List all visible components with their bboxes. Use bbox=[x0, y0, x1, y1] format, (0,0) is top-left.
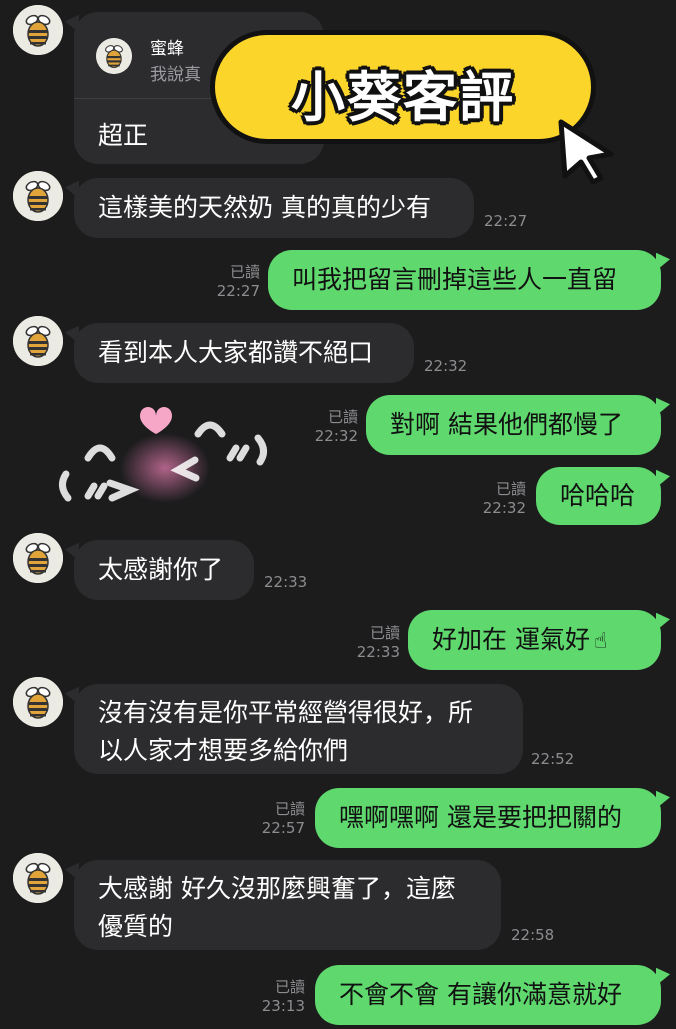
message-text-line-2: 優質的 bbox=[98, 912, 174, 941]
title-banner: 小葵客評 bbox=[210, 30, 596, 144]
message-time: 22:32 bbox=[482, 499, 526, 517]
outgoing-message[interactable]: 不會不會 有讓你滿意就好 bbox=[315, 965, 661, 1025]
message-text: 好加在 運氣好 bbox=[432, 625, 590, 654]
message-text: 叫我把留言刪掉這些人一直留 bbox=[292, 265, 618, 294]
message-time: 22:33 bbox=[264, 573, 308, 591]
quoted-avatar bbox=[96, 38, 132, 74]
outgoing-message[interactable]: 好加在 運氣好 ☝ bbox=[408, 610, 661, 670]
blushing-face-sticker[interactable] bbox=[50, 398, 280, 518]
message-time: 22:27 bbox=[216, 282, 260, 300]
bee-avatar[interactable] bbox=[13, 316, 63, 366]
message-time: 22:32 bbox=[314, 427, 358, 445]
incoming-message[interactable]: 沒有沒有是你平常經營得很好，所 以人家才想要多給你們 bbox=[74, 684, 523, 774]
saluting-emoji-icon: ☝ bbox=[593, 629, 608, 654]
cursor-arrow-icon bbox=[558, 119, 614, 184]
read-receipt: 已讀 22:32 bbox=[298, 408, 358, 446]
message-time: 22:58 bbox=[511, 926, 555, 944]
message-time: 23:13 bbox=[261, 997, 305, 1015]
message-text-line-1: 大感謝 好久沒那麼興奮了，這麼 bbox=[98, 874, 456, 903]
message-time: 22:27 bbox=[484, 212, 528, 230]
message-text: 看到本人大家都讚不絕口 bbox=[98, 338, 374, 367]
message-text: 這樣美的天然奶 真的真的少有 bbox=[98, 193, 431, 222]
read-label: 已讀 bbox=[229, 263, 260, 281]
read-label: 已讀 bbox=[495, 480, 526, 498]
outgoing-message[interactable]: 叫我把留言刪掉這些人一直留 bbox=[268, 250, 661, 310]
message-text-line-2: 以人家才想要多給你們 bbox=[98, 736, 349, 765]
read-label: 已讀 bbox=[369, 624, 400, 642]
incoming-message[interactable]: 大感謝 好久沒那麼興奮了，這麼 優質的 bbox=[74, 860, 501, 950]
incoming-message[interactable]: 看到本人大家都讚不絕口 bbox=[74, 323, 414, 383]
bee-avatar[interactable] bbox=[13, 677, 63, 727]
message-text: 哈哈哈 bbox=[560, 481, 636, 510]
read-receipt: 已讀 22:57 bbox=[245, 800, 305, 838]
message-text: 對啊 結果他們都慢了 bbox=[390, 410, 623, 439]
bee-avatar[interactable] bbox=[13, 533, 63, 583]
message-time: 22:57 bbox=[261, 819, 305, 837]
quoted-sender-name: 蜜蜂 bbox=[150, 39, 184, 59]
message-text-line-1: 沒有沒有是你平常經營得很好，所 bbox=[98, 698, 474, 727]
read-label: 已讀 bbox=[274, 978, 305, 996]
message-time: 22:32 bbox=[424, 357, 468, 375]
read-receipt: 已讀 22:32 bbox=[466, 480, 526, 518]
message-text: 太感謝你了 bbox=[98, 555, 224, 584]
incoming-message[interactable]: 這樣美的天然奶 真的真的少有 bbox=[74, 178, 474, 238]
message-text: 不會不會 有讓你滿意就好 bbox=[339, 980, 622, 1009]
bee-avatar[interactable] bbox=[13, 853, 63, 903]
reply-text: 超正 bbox=[98, 121, 149, 150]
read-receipt: 已讀 22:27 bbox=[200, 263, 260, 301]
message-time: 22:52 bbox=[531, 750, 575, 768]
bee-avatar[interactable] bbox=[13, 5, 63, 55]
outgoing-message[interactable]: 哈哈哈 bbox=[536, 467, 661, 525]
read-receipt: 已讀 22:33 bbox=[340, 624, 400, 662]
read-label: 已讀 bbox=[327, 408, 358, 426]
quoted-text: 我說真 bbox=[150, 65, 201, 85]
outgoing-message[interactable]: 對啊 結果他們都慢了 bbox=[366, 395, 661, 455]
banner-title: 小葵客評 bbox=[291, 66, 515, 129]
message-text: 嘿啊嘿啊 還是要把把關的 bbox=[339, 803, 622, 832]
incoming-message[interactable]: 太感謝你了 bbox=[74, 540, 254, 600]
message-time: 22:33 bbox=[356, 643, 400, 661]
bee-avatar[interactable] bbox=[13, 171, 63, 221]
outgoing-message[interactable]: 嘿啊嘿啊 還是要把把關的 bbox=[315, 788, 661, 848]
read-label: 已讀 bbox=[274, 800, 305, 818]
read-receipt: 已讀 23:13 bbox=[245, 978, 305, 1016]
